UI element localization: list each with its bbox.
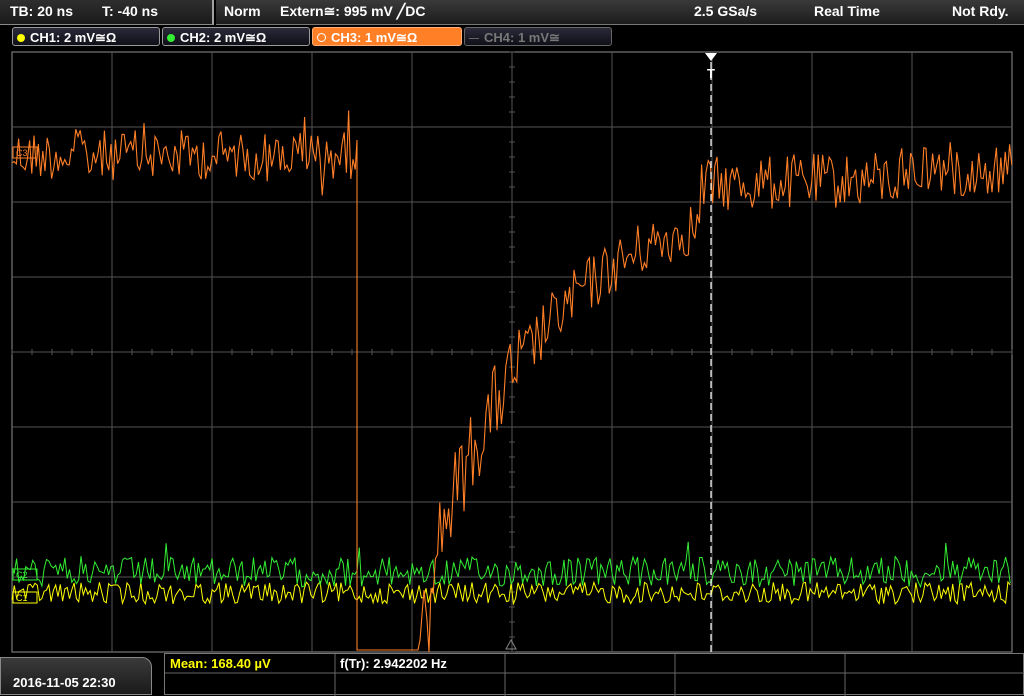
trigger-mode: Norm	[224, 3, 261, 19]
channel-2-button[interactable]: CH2: 2 mV≅Ω	[162, 27, 310, 46]
channel-4-button[interactable]: CH4: 1 mV≅	[464, 27, 612, 46]
measurement-mean[interactable]: Mean: 168.40 µV	[170, 656, 271, 671]
channel-1-button[interactable]: CH1: 2 mV≅Ω	[12, 27, 160, 46]
channel-3-button[interactable]: CH3: 1 mV≅Ω	[312, 27, 462, 46]
ch1-marker-label: C1	[16, 593, 28, 603]
timebase-label: TB: 20 ns	[10, 3, 74, 19]
ch4-off-icon	[469, 38, 479, 40]
trigger-marker-label: T	[707, 66, 715, 81]
ch2-label: CH2: 2 mV≅Ω	[180, 30, 267, 45]
trigger-time-label: T: -40 ns	[102, 3, 159, 19]
timebase-panel[interactable]: TB: 20 ns T: -40 ns	[0, 0, 214, 25]
status-bar[interactable]: Norm Extern≅: 995 mV ╱DC 2.5 GSa/s Real …	[216, 0, 1024, 25]
datetime-panel: 2016-11-05 22:30	[0, 657, 152, 695]
run-state: Not Rdy.	[952, 3, 1009, 19]
datetime-label: 2016-11-05 22:30	[13, 675, 116, 690]
ch2-indicator-icon	[167, 33, 175, 42]
measurement-grid	[165, 654, 1024, 696]
measurement-frequency[interactable]: f(Tr): 2.942202 Hz	[340, 656, 447, 671]
ch3-indicator-icon	[317, 33, 326, 43]
ch3-label: CH3: 1 mV≅Ω	[331, 30, 418, 45]
ch4-label: CH4: 1 mV≅	[484, 30, 560, 45]
channel-bar: CH1: 2 mV≅Ω CH2: 2 mV≅Ω CH3: 1 mV≅Ω CH4:…	[0, 26, 1024, 48]
waveform-display[interactable]: T C3 C2 C1	[0, 48, 1024, 653]
ch3-marker-label: C3	[16, 148, 28, 158]
ch1-label: CH1: 2 mV≅Ω	[30, 30, 117, 45]
trigger-source: Extern≅: 995 mV ╱DC	[280, 3, 426, 19]
acquisition-mode: Real Time	[814, 3, 880, 19]
top-bar: TB: 20 ns T: -40 ns Norm Extern≅: 995 mV…	[0, 0, 1024, 26]
measurement-panel[interactable]: Mean: 168.40 µV f(Tr): 2.942202 Hz	[164, 653, 1024, 696]
ch2-marker-label: C2	[16, 570, 28, 580]
ch1-indicator-icon	[17, 33, 25, 42]
sample-rate: 2.5 GSa/s	[694, 3, 758, 19]
